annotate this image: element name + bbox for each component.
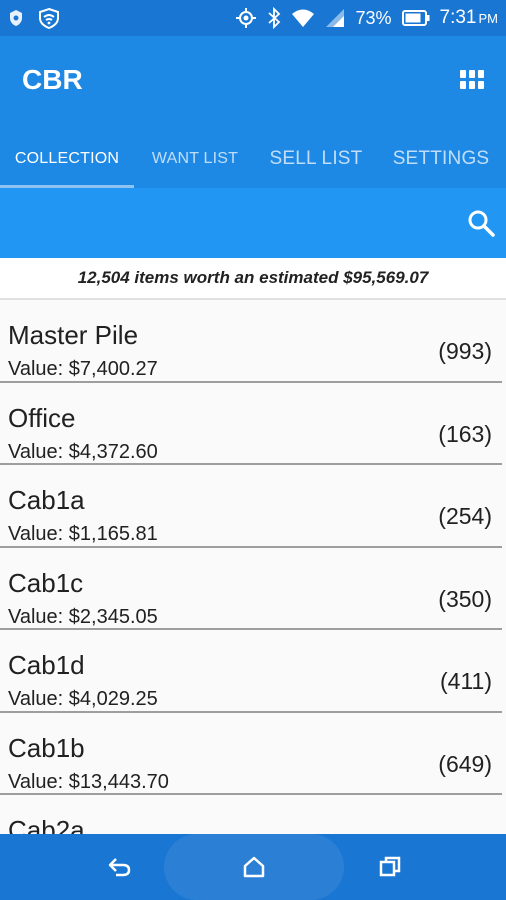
bluetooth-icon — [267, 7, 281, 29]
collection-count: (993) — [438, 338, 492, 364]
collection-count: (649) — [438, 750, 492, 777]
home-button[interactable] — [164, 834, 344, 900]
tab-collection[interactable]: COLLECTION — [0, 130, 134, 188]
collection-name: Office — [8, 402, 76, 433]
tab-settings[interactable]: SETTINGS — [376, 130, 506, 188]
system-nav-bar — [0, 834, 506, 900]
clock-time: 7:31 — [439, 7, 477, 28]
collection-name: Cab1d — [8, 650, 85, 680]
collection-summary: 12,504 items worth an estimated $95,569.… — [0, 258, 506, 300]
home-icon — [243, 856, 265, 878]
app-bar: CBR COLLECTION WANT LIST SELL LIST SETTI… — [0, 36, 506, 188]
tab-sell-list[interactable]: SELL LIST — [256, 130, 376, 188]
collection-count: (350) — [438, 585, 492, 612]
collection-count: (163) — [438, 420, 492, 447]
collection-name: Cab2a — [8, 815, 85, 834]
battery-icon — [401, 10, 430, 26]
grid-view-button[interactable] — [460, 70, 486, 92]
collection-value: Value: $13,443.70 — [8, 770, 169, 793]
status-bar: 73% 7:31 PM — [0, 0, 506, 36]
collection-count: (254) — [438, 503, 492, 529]
collection-list: Master Pile Value: $7,400.27 (993) Offic… — [0, 300, 506, 834]
battery-percent: 73% — [355, 7, 392, 28]
shield-icon — [8, 9, 24, 27]
wifi-icon — [291, 8, 315, 28]
collection-value: Value: $4,372.60 — [8, 440, 158, 463]
search-button[interactable] — [466, 208, 496, 238]
back-icon — [108, 858, 131, 877]
collection-value: Value: $1,165.81 — [8, 523, 158, 545]
collection-name: Master Pile — [8, 320, 139, 350]
list-item[interactable]: Cab1c Value: $2,345.05 (350) — [0, 548, 502, 630]
back-button[interactable] — [90, 834, 150, 900]
tab-bar: COLLECTION WANT LIST SELL LIST SETTINGS — [0, 130, 506, 188]
search-strip — [0, 188, 506, 258]
collection-name: Cab1a — [8, 485, 85, 515]
search-icon — [468, 210, 495, 237]
wifi-shield-icon — [38, 7, 60, 29]
collection-value: Value: $4,029.25 — [8, 688, 158, 710]
collection-count: (411) — [440, 668, 492, 694]
list-item[interactable]: Cab1a Value: $1,165.81 (254) — [0, 465, 502, 548]
collection-value: Value: $2,345.05 — [8, 605, 158, 628]
app-title: CBR — [22, 64, 83, 95]
collection-name: Cab1c — [8, 567, 84, 598]
list-item[interactable]: Office Value: $4,372.60 (163) — [0, 383, 502, 465]
collection-value: Value: $7,400.27 — [8, 358, 158, 380]
collection-name: Cab1b — [8, 732, 85, 763]
list-item[interactable]: Cab1d Value: $4,029.25 (411) — [0, 630, 502, 713]
list-item[interactable]: Cab1b Value: $13,443.70 (649) — [0, 713, 502, 795]
recent-apps-button[interactable] — [360, 834, 420, 900]
list-item[interactable]: Cab2a — [0, 795, 502, 834]
location-crosshair-icon — [235, 7, 257, 29]
clock-ampm: PM — [478, 11, 499, 26]
cell-signal-icon — [325, 8, 345, 28]
tab-want-list[interactable]: WANT LIST — [134, 130, 256, 188]
list-item[interactable]: Master Pile Value: $7,400.27 (993) — [0, 300, 502, 383]
grid-icon — [460, 70, 466, 78]
recent-apps-icon — [379, 856, 401, 877]
